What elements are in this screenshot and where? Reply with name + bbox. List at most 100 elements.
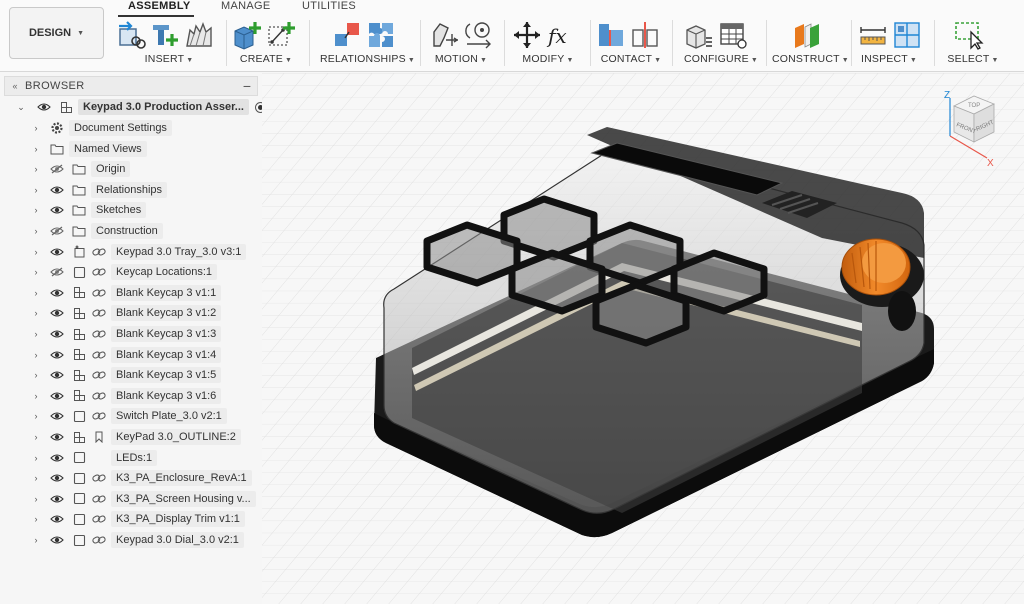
- insert-mcmaster-icon[interactable]: [150, 20, 180, 50]
- visibility-eye-icon[interactable]: [47, 450, 67, 466]
- chevron-right-icon[interactable]: ›: [31, 468, 41, 488]
- chevron-right-icon[interactable]: ›: [31, 139, 41, 159]
- chevron-right-icon[interactable]: ›: [31, 386, 41, 406]
- tree-row[interactable]: › Switch Plate_3.0 v2:1: [31, 406, 227, 426]
- offset-plane-icon[interactable]: [792, 20, 822, 50]
- chevron-right-icon[interactable]: ›: [31, 324, 41, 344]
- visibility-eye-icon[interactable]: [47, 532, 67, 548]
- visibility-eye-icon[interactable]: [47, 470, 67, 486]
- chevron-right-icon[interactable]: ›: [31, 406, 41, 426]
- chevron-right-icon[interactable]: ›: [31, 489, 41, 509]
- tree-row[interactable]: › Document Settings: [31, 118, 172, 138]
- tree-row[interactable]: › K3_PA_Enclosure_RevA:1: [31, 468, 252, 488]
- visibility-eye-icon[interactable]: [47, 388, 67, 404]
- tree-row[interactable]: › Blank Keycap 3 v1:2: [31, 303, 222, 323]
- workspace-switcher-button[interactable]: DESIGN ▼: [9, 7, 104, 59]
- visibility-eye-icon[interactable]: [47, 408, 67, 424]
- new-component-icon[interactable]: [232, 20, 262, 50]
- visibility-eye-icon[interactable]: [47, 285, 67, 301]
- insert-mesh-icon[interactable]: [184, 20, 214, 50]
- visibility-eye-icon[interactable]: [34, 99, 54, 115]
- chevron-right-icon[interactable]: ›: [31, 180, 41, 200]
- relationships-group-label[interactable]: RELATIONSHIPS: [320, 53, 406, 65]
- enable-contact-sets-icon[interactable]: [596, 20, 626, 50]
- interference-icon[interactable]: [892, 20, 922, 50]
- select-group-label[interactable]: SELECT: [947, 53, 989, 65]
- visibility-eye-hidden-icon[interactable]: [47, 223, 67, 239]
- inspect-group-label[interactable]: INSPECT: [861, 53, 908, 65]
- joint-icon[interactable]: [332, 20, 362, 50]
- modify-group-label[interactable]: MODIFY: [522, 53, 564, 65]
- drive-joints-icon[interactable]: [430, 20, 460, 50]
- new-contact-set-icon[interactable]: [630, 20, 660, 50]
- chevron-right-icon[interactable]: ›: [31, 365, 41, 385]
- construct-group-label[interactable]: CONSTRUCT: [772, 53, 840, 65]
- tree-row[interactable]: › Blank Keycap 3 v1:5: [31, 365, 222, 385]
- chevron-right-icon[interactable]: ›: [31, 200, 41, 220]
- tree-row[interactable]: › K3_PA_Screen Housing v...: [31, 489, 256, 509]
- tree-root-row[interactable]: ⌄ Keypad 3.0 Production Asser...: [16, 97, 266, 117]
- as-built-joint-icon[interactable]: [366, 20, 396, 50]
- visibility-eye-hidden-icon[interactable]: [47, 161, 67, 177]
- chevron-right-icon[interactable]: ›: [31, 345, 41, 365]
- minimize-panel-icon[interactable]: −: [237, 78, 257, 94]
- tree-row[interactable]: › KeyPad 3.0_OUTLINE:2: [31, 427, 241, 447]
- tree-row[interactable]: › Relationships: [31, 180, 168, 200]
- visibility-eye-icon[interactable]: [47, 202, 67, 218]
- visibility-eye-icon[interactable]: [47, 244, 67, 260]
- contact-group-label[interactable]: CONTACT: [601, 53, 652, 65]
- parameters-fx-icon[interactable]: fx: [546, 20, 576, 50]
- viewcube[interactable]: Z X TOP FRONT RIGHT: [932, 86, 1012, 172]
- tree-row[interactable]: › K3_PA_Display Trim v1:1: [31, 509, 245, 529]
- visibility-eye-icon[interactable]: [47, 347, 67, 363]
- chevron-right-icon[interactable]: ›: [31, 159, 41, 179]
- tree-row[interactable]: › Construction: [31, 221, 163, 241]
- tree-row[interactable]: › LEDs:1: [31, 448, 158, 468]
- chevron-right-icon[interactable]: ›: [31, 118, 41, 138]
- tree-row[interactable]: › Named Views: [31, 139, 147, 159]
- visibility-eye-icon[interactable]: [47, 511, 67, 527]
- configuration-table-icon[interactable]: [718, 20, 748, 50]
- motion-link-icon[interactable]: [464, 20, 494, 50]
- tab-utilities[interactable]: UTILITIES: [302, 0, 356, 16]
- keycap[interactable]: [508, 249, 606, 315]
- create-sketch-icon[interactable]: [266, 20, 296, 50]
- tree-row[interactable]: › Keypad 3.0 Dial_3.0 v2:1: [31, 530, 244, 550]
- configure-group-label[interactable]: CONFIGURE: [684, 53, 749, 65]
- model-canvas[interactable]: [262, 73, 1024, 604]
- tree-row[interactable]: › Sketches: [31, 200, 147, 220]
- chevron-right-icon[interactable]: ›: [31, 262, 41, 282]
- visibility-eye-icon[interactable]: [47, 491, 67, 507]
- chevron-right-icon[interactable]: ›: [31, 530, 41, 550]
- tab-manage[interactable]: MANAGE: [221, 0, 270, 16]
- chevron-right-icon[interactable]: ›: [31, 427, 41, 447]
- chevron-right-icon[interactable]: ›: [31, 448, 41, 468]
- tree-row[interactable]: › Blank Keycap 3 v1:4: [31, 345, 222, 365]
- tree-row[interactable]: › Blank Keycap 3 v1:1: [31, 283, 222, 303]
- chevron-right-icon[interactable]: ›: [31, 283, 41, 303]
- canvas-viewport[interactable]: [262, 73, 1024, 604]
- insert-component-icon[interactable]: [116, 20, 146, 50]
- insert-group-label[interactable]: INSERT: [145, 53, 185, 65]
- tree-row[interactable]: › Blank Keycap 3 v1:6: [31, 386, 222, 406]
- keycap[interactable]: [423, 221, 521, 287]
- tab-assembly[interactable]: ASSEMBLY: [128, 0, 191, 16]
- configure-design-icon[interactable]: [684, 20, 714, 50]
- collapse-panel-icon[interactable]: «: [5, 81, 25, 91]
- motion-group-label[interactable]: MOTION: [435, 53, 478, 65]
- visibility-eye-icon[interactable]: [47, 305, 67, 321]
- create-group-label[interactable]: CREATE: [240, 53, 283, 65]
- tree-row[interactable]: › Origin: [31, 159, 131, 179]
- measure-icon[interactable]: [858, 20, 888, 50]
- visibility-eye-icon[interactable]: [47, 429, 67, 445]
- tree-row[interactable]: › Keycap Locations:1: [31, 262, 218, 282]
- chevron-right-icon[interactable]: ›: [31, 509, 41, 529]
- chevron-down-icon[interactable]: ⌄: [16, 97, 26, 117]
- move-icon[interactable]: [512, 20, 542, 50]
- visibility-eye-icon[interactable]: [47, 182, 67, 198]
- window-select-icon[interactable]: [954, 20, 984, 50]
- keycap[interactable]: [592, 281, 690, 347]
- tree-row[interactable]: › Keypad 3.0 Tray_3.0 v3:1: [31, 242, 247, 262]
- tree-row[interactable]: › Blank Keycap 3 v1:3: [31, 324, 222, 344]
- chevron-right-icon[interactable]: ›: [31, 242, 41, 262]
